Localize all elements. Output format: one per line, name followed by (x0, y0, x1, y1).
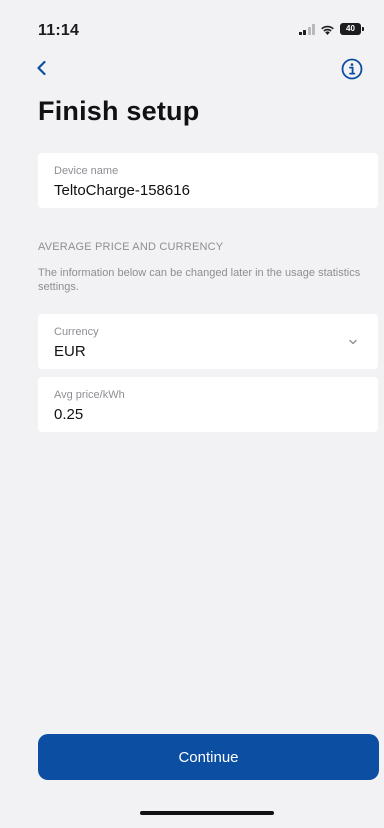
chevron-down-icon (349, 339, 357, 345)
pricing-section-title: AVERAGE PRICE AND CURRENCY (38, 241, 224, 253)
back-button[interactable] (30, 56, 54, 80)
status-time: 11:14 (38, 22, 80, 39)
battery-icon: 40 (340, 23, 364, 35)
page-title: Finish setup (38, 96, 200, 126)
device-name-field[interactable]: Device name TeltoCharge-158616 (38, 153, 378, 208)
currency-select[interactable]: Currency EUR (38, 314, 378, 369)
avg-price-field[interactable]: Avg price/kWh 0.25 (38, 377, 378, 432)
device-name-label: Device name (54, 165, 119, 177)
cellular-signal-icon (298, 23, 315, 35)
status-bar: 11:14 40 (0, 0, 384, 50)
continue-button[interactable]: Continue (38, 734, 379, 780)
avg-price-label: Avg price/kWh (54, 389, 125, 401)
info-circle-icon (341, 58, 363, 80)
status-icons: 40 (298, 23, 364, 35)
currency-label: Currency (54, 326, 99, 338)
finish-setup-screen: 11:14 40 Finish setup Device name TeltoC… (0, 0, 384, 828)
chevron-left-icon (37, 60, 46, 76)
home-indicator (140, 811, 274, 815)
info-button[interactable] (340, 57, 364, 81)
pricing-section-description: The information below can be changed lat… (38, 267, 361, 293)
wifi-icon (320, 24, 335, 35)
battery-level: 40 (340, 23, 361, 35)
avg-price-value[interactable]: 0.25 (54, 405, 344, 425)
device-name-value[interactable]: TeltoCharge-158616 (54, 181, 344, 201)
currency-value: EUR (54, 343, 86, 360)
